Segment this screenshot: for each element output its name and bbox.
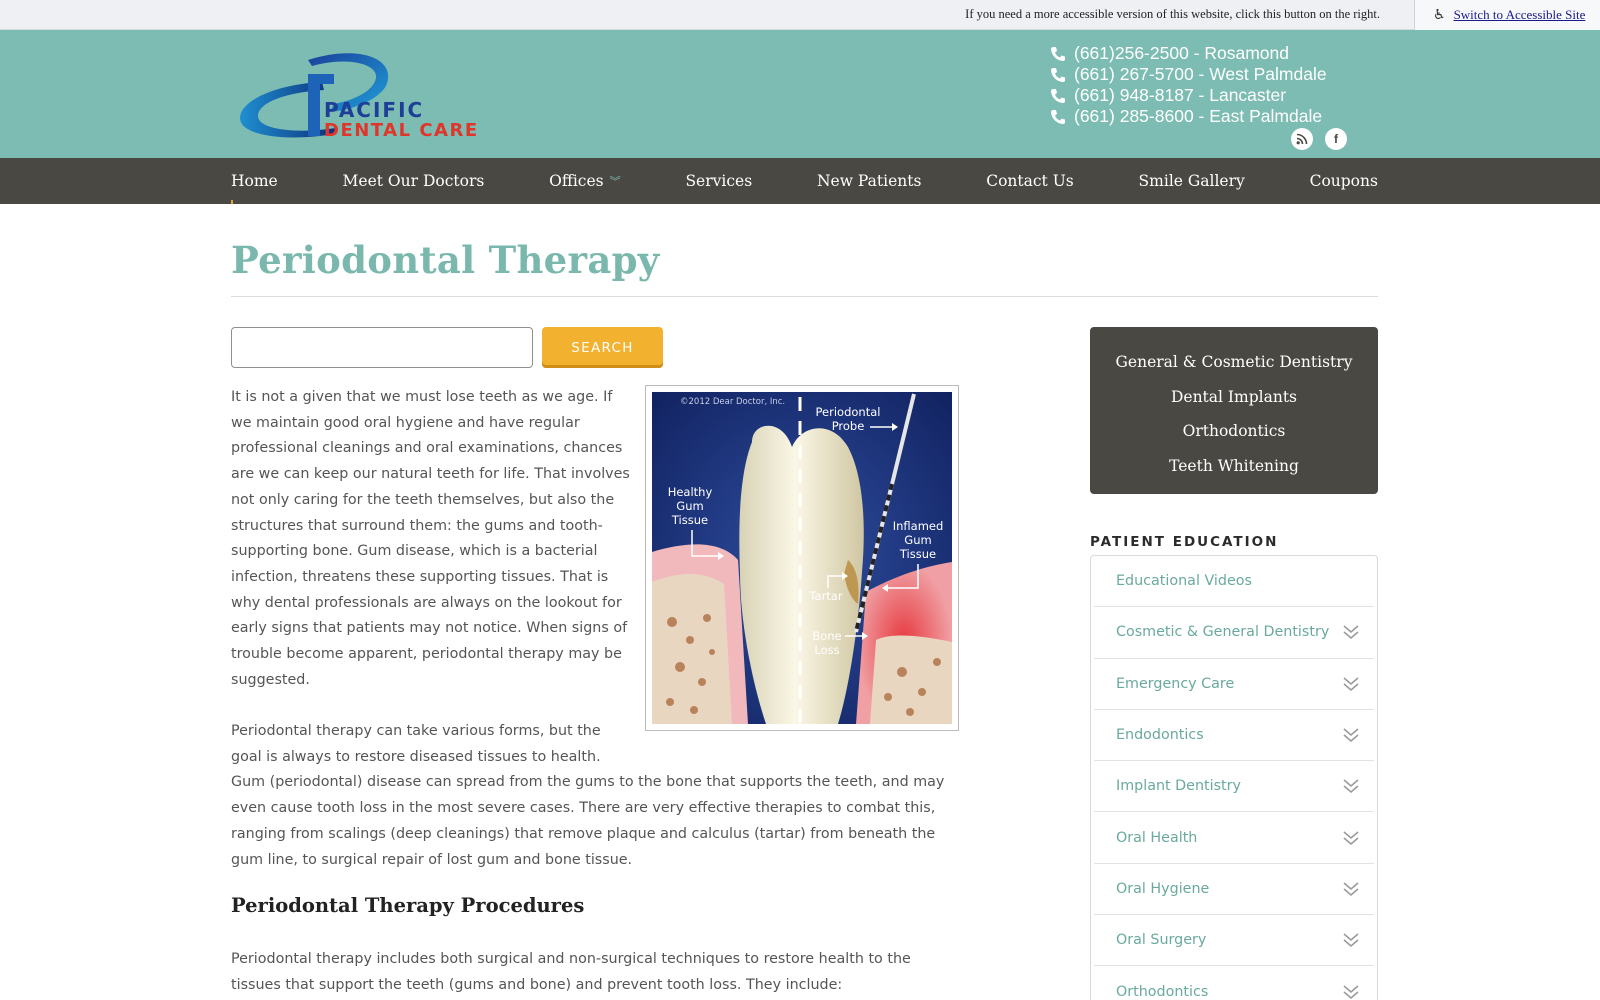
pe-item-label[interactable]: Implant Dentistry (1116, 778, 1241, 794)
nav-label[interactable]: Meet Our Doctors (343, 172, 485, 190)
nav-label[interactable]: Coupons (1310, 172, 1378, 190)
paragraph-procedures: Periodontal therapy includes both surgic… (231, 951, 911, 993)
pe-item-label[interactable]: Oral Health (1116, 830, 1197, 846)
pe-item-oral-health[interactable]: Oral Health (1094, 812, 1374, 864)
svg-text:Inflamed: Inflamed (893, 519, 944, 533)
pe-item-label[interactable]: Oral Hygiene (1116, 881, 1209, 897)
double-chevron-down-icon[interactable] (1342, 983, 1360, 1000)
phone-text[interactable]: (661) 285-8600 - East Palmdale (1074, 106, 1322, 127)
pe-item-educational-videos[interactable]: Educational Videos (1094, 556, 1374, 608)
nav-meet-our-doctors[interactable]: Meet Our Doctors (343, 158, 485, 204)
pe-item-label[interactable]: Endodontics (1116, 727, 1204, 743)
svg-text:Probe: Probe (832, 419, 865, 433)
svg-text:Healthy: Healthy (668, 485, 713, 499)
phone-text[interactable]: (661) 948-8187 - Lancaster (1074, 85, 1286, 106)
section-heading-procedures: Periodontal Therapy Procedures (231, 894, 585, 917)
phone-west-palmdale[interactable]: (661) 267-5700 - West Palmdale (1050, 64, 1327, 85)
phone-list: (661)256-2500 - Rosamond (661) 267-5700 … (1050, 43, 1327, 127)
svg-text:Tissue: Tissue (899, 547, 936, 561)
switch-accessible-site-button[interactable]: ♿ Switch to Accessible Site (1414, 0, 1600, 30)
svg-text:Bone: Bone (812, 629, 841, 643)
nav-label[interactable]: Smile Gallery (1139, 172, 1245, 190)
search-input[interactable] (231, 327, 533, 368)
pe-item-label[interactable]: Orthodontics (1116, 984, 1208, 1000)
nav-label[interactable]: Offices (549, 172, 604, 190)
double-chevron-down-icon[interactable] (1342, 829, 1360, 847)
service-link-general-cosmetic[interactable]: General & Cosmetic Dentistry (1090, 345, 1378, 380)
double-chevron-down-icon[interactable] (1342, 675, 1360, 693)
pe-item-cosmetic-general[interactable]: Cosmetic & General Dentistry (1094, 607, 1374, 659)
pe-item-label[interactable]: Emergency Care (1116, 676, 1234, 692)
paragraph-forms: Periodontal therapy can take various for… (231, 719, 961, 873)
double-chevron-down-icon[interactable] (1342, 726, 1360, 744)
double-chevron-down-icon[interactable] (1342, 880, 1360, 898)
nav-smile-gallery[interactable]: Smile Gallery (1139, 158, 1245, 204)
patient-education-heading: PATIENT EDUCATION (1090, 534, 1279, 550)
svg-text:Gum: Gum (676, 499, 703, 513)
service-link-teeth-whitening[interactable]: Teeth Whitening (1090, 449, 1378, 484)
phone-text[interactable]: (661) 267-5700 - West Palmdale (1074, 64, 1327, 85)
phone-lancaster[interactable]: (661) 948-8187 - Lancaster (1050, 85, 1327, 106)
paragraph-intro: It is not a given that we must lose teet… (231, 389, 630, 688)
facebook-icon[interactable]: f (1325, 128, 1347, 150)
double-chevron-down-icon[interactable] (1342, 777, 1360, 795)
nav-label[interactable]: Services (685, 172, 752, 190)
main-nav: Home Meet Our Doctors Offices ︾ Services … (0, 158, 1600, 204)
social-links: f (1291, 128, 1347, 150)
nav-coupons[interactable]: Coupons (1310, 158, 1378, 204)
periodontal-diagram-image: ©2012 Dear Doctor, Inc. Periodontal Prob… (645, 385, 959, 731)
switch-accessible-site-link[interactable]: Switch to Accessible Site (1454, 7, 1586, 23)
nav-label[interactable]: Home (231, 172, 278, 190)
nav-label[interactable]: New Patients (817, 172, 921, 190)
accessibility-bar: If you need a more accessible version of… (0, 0, 1600, 30)
svg-text:PACIFIC: PACIFIC (324, 98, 424, 122)
nav-new-patients[interactable]: New Patients (817, 158, 921, 204)
double-chevron-down-icon[interactable] (1342, 623, 1360, 641)
nav-home[interactable]: Home (231, 158, 278, 204)
accessibility-note: If you need a more accessible version of… (965, 7, 1380, 21)
pe-item-oral-hygiene[interactable]: Oral Hygiene (1094, 864, 1374, 916)
search-button[interactable]: SEARCH (542, 327, 663, 368)
pe-item-label[interactable]: Cosmetic & General Dentistry (1116, 624, 1329, 640)
title-divider (231, 296, 1378, 297)
service-link-dental-implants[interactable]: Dental Implants (1090, 380, 1378, 415)
phone-icon (1051, 109, 1065, 124)
phone-text[interactable]: (661)256-2500 - Rosamond (1074, 43, 1289, 64)
phone-icon (1051, 46, 1065, 61)
services-box: General & Cosmetic Dentistry Dental Impl… (1090, 327, 1378, 494)
pe-item-implant-dentistry[interactable]: Implant Dentistry (1094, 761, 1374, 813)
pe-item-endodontics[interactable]: Endodontics (1094, 710, 1374, 762)
double-chevron-down-icon[interactable] (1342, 931, 1360, 949)
svg-text:©2012 Dear Doctor, Inc.: ©2012 Dear Doctor, Inc. (680, 397, 785, 407)
nav-offices[interactable]: Offices ︾ (549, 158, 621, 204)
svg-text:Periodontal: Periodontal (816, 405, 881, 419)
pacific-dental-care-logo[interactable]: PACIFIC DENTAL CARE (238, 48, 496, 143)
svg-text:Tartar: Tartar (808, 589, 842, 603)
svg-text:Tissue: Tissue (671, 513, 708, 527)
phone-icon (1051, 88, 1065, 103)
nav-label[interactable]: Contact Us (986, 172, 1074, 190)
page-title: Periodontal Therapy (231, 238, 660, 282)
site-header: PACIFIC DENTAL CARE (661)256-2500 - Rosa… (0, 30, 1600, 158)
svg-text:DENTAL CARE: DENTAL CARE (324, 120, 479, 141)
service-link-orthodontics[interactable]: Orthodontics (1090, 414, 1378, 449)
patient-education-list: Educational Videos Cosmetic & General De… (1090, 555, 1378, 1000)
phone-icon (1051, 67, 1065, 82)
phone-rosamond[interactable]: (661)256-2500 - Rosamond (1050, 43, 1327, 64)
rss-icon[interactable] (1291, 128, 1313, 150)
phone-east-palmdale[interactable]: (661) 285-8600 - East Palmdale (1050, 106, 1327, 127)
chevron-down-icon[interactable]: ︾ (610, 173, 621, 189)
svg-text:Loss: Loss (814, 643, 839, 657)
nav-contact-us[interactable]: Contact Us (986, 158, 1074, 204)
pe-item-oral-surgery[interactable]: Oral Surgery (1094, 915, 1374, 967)
pe-item-label[interactable]: Educational Videos (1116, 573, 1252, 589)
pe-item-orthodontics[interactable]: Orthodontics (1094, 966, 1374, 1000)
pe-item-label[interactable]: Oral Surgery (1116, 932, 1206, 948)
svg-text:Gum: Gum (904, 533, 931, 547)
pe-item-emergency-care[interactable]: Emergency Care (1094, 659, 1374, 710)
wheelchair-icon: ♿ (1433, 7, 1446, 23)
nav-services[interactable]: Services (685, 158, 752, 204)
